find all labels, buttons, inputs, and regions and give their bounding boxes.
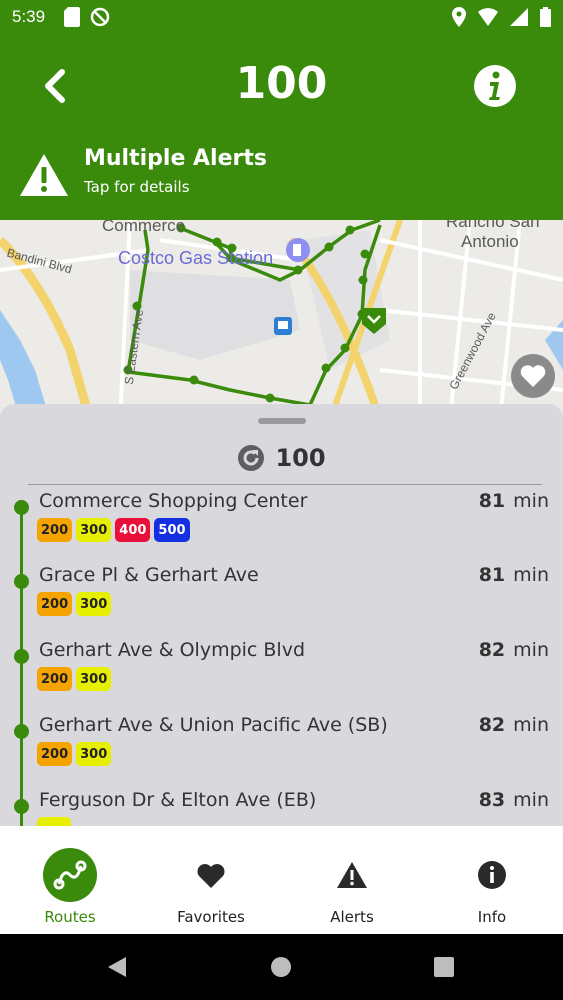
wifi-icon <box>478 8 498 26</box>
map-label-rancho: Rancho San <box>446 220 540 231</box>
route-badges: 200 300 <box>37 667 112 691</box>
stop-row[interactable]: Grace Pl & Gerhart Ave 81 min 200 300 <box>0 564 563 644</box>
alert-subtitle: Tap for details <box>84 178 190 196</box>
route-badge-partial[interactable] <box>37 817 71 826</box>
stop-row[interactable]: Gerhart Ave & Union Pacific Ave (SB) 82 m… <box>0 714 563 794</box>
sheet-drag-handle[interactable] <box>258 418 306 424</box>
route-badges: 200 300 400 500 <box>37 518 190 542</box>
stop-name: Gerhart Ave & Union Pacific Ave (SB) <box>39 714 388 736</box>
battery-icon <box>540 7 551 27</box>
route-badge-300[interactable]: 300 <box>76 518 112 542</box>
stop-arrival: 82 min <box>479 639 549 661</box>
stop-minutes: 81 <box>478 564 506 586</box>
stop-unit: min <box>513 564 549 586</box>
map-label-antonio: Antonio <box>461 232 519 251</box>
sheet-route-title: 100 <box>0 444 563 472</box>
nav-label-info: Info <box>477 908 507 926</box>
divider <box>28 484 542 485</box>
route-badges: 200 300 <box>37 592 112 616</box>
stop-unit: min <box>513 714 549 736</box>
stop-arrival: 82 min <box>479 714 549 736</box>
stop-name: Grace Pl & Gerhart Ave <box>39 564 259 586</box>
nav-info[interactable]: Info <box>422 826 562 934</box>
stop-name: Ferguson Dr & Elton Ave (EB) <box>39 789 317 811</box>
route-map[interactable]: Commerce Costco Gas Station Bandini Blvd… <box>0 220 563 420</box>
location-icon <box>452 7 466 27</box>
stops-sheet[interactable]: 100 Commerce Shopping Center 81 min 200 3… <box>0 404 563 826</box>
no-disturb-icon <box>90 7 110 27</box>
system-navigation-bar <box>0 934 563 1000</box>
status-time: 5:39 <box>12 7 46 26</box>
nav-favorites[interactable]: Favorites <box>141 826 281 934</box>
nav-label-routes: Routes <box>44 908 96 926</box>
stop-minutes: 81 <box>478 490 506 512</box>
nav-alerts[interactable]: Alerts <box>282 826 422 934</box>
stop-arrival: 83 min <box>479 789 549 811</box>
routes-icon <box>43 848 97 902</box>
sd-card-icon <box>64 7 80 27</box>
stop-dot <box>14 649 29 664</box>
stop-arrival: 81 min <box>479 490 549 512</box>
route-badge-200[interactable]: 200 <box>37 742 73 766</box>
stop-minutes: 83 <box>478 789 506 811</box>
heart-icon <box>520 365 546 387</box>
alert-title: Multiple Alerts <box>84 146 267 171</box>
bottom-navigation: Routes Favorites Alerts Info <box>0 826 563 934</box>
recents-icon[interactable] <box>434 957 454 977</box>
route-badge-300[interactable]: 300 <box>76 667 112 691</box>
map-label-costco: Costco Gas Station <box>118 248 274 268</box>
route-badges <box>37 817 71 826</box>
stop-name: Commerce Shopping Center <box>39 490 308 512</box>
heart-icon <box>197 864 225 888</box>
stop-dot <box>14 500 29 515</box>
stop-row[interactable]: Ferguson Dr & Elton Ave (EB) 83 min <box>0 789 563 826</box>
stop-unit: min <box>513 490 549 512</box>
stop-dot <box>14 799 29 814</box>
back-icon[interactable] <box>106 956 128 978</box>
sheet-route-number: 100 <box>275 444 326 472</box>
stop-name: Gerhart Ave & Olympic Blvd <box>39 639 306 661</box>
route-badges: 200 300 <box>37 742 112 766</box>
signal-icon <box>510 8 528 26</box>
alert-banner[interactable]: Multiple Alerts Tap for details <box>18 146 538 202</box>
stop-dot <box>14 724 29 739</box>
stop-arrival: 81 min <box>479 564 549 586</box>
route-badge-200[interactable]: 200 <box>37 592 73 616</box>
nav-routes[interactable]: Routes <box>0 826 140 934</box>
info-icon <box>478 861 506 889</box>
refresh-icon[interactable] <box>237 444 265 472</box>
nav-label-favorites: Favorites <box>177 908 245 926</box>
route-badge-200[interactable]: 200 <box>37 667 73 691</box>
stop-minutes: 82 <box>478 714 506 736</box>
route-header: 100 Multiple Alerts Tap for details <box>0 36 563 220</box>
stop-row[interactable]: Gerhart Ave & Olympic Blvd 82 min 200 300 <box>0 639 563 719</box>
favorite-map-button[interactable] <box>511 354 555 398</box>
alert-icon <box>337 862 367 888</box>
nav-label-alerts: Alerts <box>330 908 374 926</box>
map-label-commerce: Commerce <box>102 220 186 235</box>
route-badge-200[interactable]: 200 <box>37 518 73 542</box>
route-badge-500[interactable]: 500 <box>154 518 190 542</box>
info-icon[interactable] <box>473 64 517 108</box>
route-badge-300[interactable]: 300 <box>76 592 112 616</box>
stop-minutes: 82 <box>478 639 506 661</box>
warning-icon <box>20 154 68 196</box>
status-bar: 5:39 <box>0 0 563 36</box>
home-icon[interactable] <box>271 957 291 977</box>
route-badge-400[interactable]: 400 <box>115 518 151 542</box>
stop-row[interactable]: Commerce Shopping Center 81 min 200 300 4… <box>0 490 563 570</box>
stop-unit: min <box>513 639 549 661</box>
stop-dot <box>14 574 29 589</box>
route-badge-300[interactable]: 300 <box>76 742 112 766</box>
stop-unit: min <box>513 789 549 811</box>
